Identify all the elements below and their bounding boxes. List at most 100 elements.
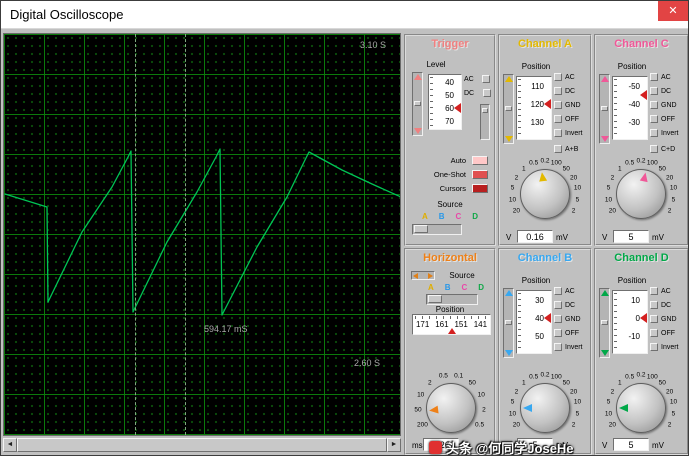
source-adjust-arrows[interactable] xyxy=(411,271,435,280)
position-slider[interactable] xyxy=(599,74,610,144)
horizontal-scrollbar[interactable]: ◄ ► xyxy=(3,438,401,452)
position-value: 110 xyxy=(531,82,544,91)
dial-scale-label: 5 xyxy=(575,410,580,418)
ac-button[interactable] xyxy=(554,287,562,295)
channel-a-letter: A xyxy=(422,212,428,221)
gnd-button[interactable] xyxy=(554,315,562,323)
slider-thumb[interactable] xyxy=(601,319,608,325)
slider-down-arrow[interactable] xyxy=(600,136,609,142)
slider-thumb[interactable] xyxy=(414,225,428,233)
slider-up-arrow[interactable] xyxy=(504,290,513,296)
button-label: Invert xyxy=(661,344,679,351)
left-arrow-icon[interactable] xyxy=(413,273,418,279)
scroll-left-button[interactable]: ◄ xyxy=(3,438,17,452)
one-shot-button[interactable] xyxy=(472,170,488,179)
trigger-edge-slider[interactable] xyxy=(480,104,490,140)
off-button[interactable] xyxy=(554,329,562,337)
watermark-text: 头条 @何同学JoseHe xyxy=(446,441,574,456)
position-slider[interactable] xyxy=(599,288,610,358)
dial-scale-label: 10 xyxy=(669,398,678,406)
position-value: 40 xyxy=(535,314,544,323)
dc-button[interactable] xyxy=(554,301,562,309)
slider-down-arrow[interactable] xyxy=(504,136,513,142)
dial-scale-label: 2 xyxy=(667,421,672,428)
slider-up-arrow[interactable] xyxy=(504,76,513,82)
knob-pointer-wrap xyxy=(520,383,570,433)
invert-button[interactable] xyxy=(554,343,562,351)
slider-thumb[interactable] xyxy=(428,295,442,303)
invert-button[interactable] xyxy=(650,343,658,351)
cursors-button[interactable] xyxy=(472,184,488,193)
mode-row: Cursors xyxy=(408,184,492,194)
button-label: DC xyxy=(661,302,672,309)
dc-button[interactable] xyxy=(554,87,562,95)
gain-knob[interactable]: 20 10 5 2 1 0.5 0.2 100 50 20 10 5 2 xyxy=(502,158,588,230)
slider-up-arrow[interactable] xyxy=(413,74,422,80)
right-arrow-icon[interactable] xyxy=(428,273,433,279)
gain-value-display: 5 xyxy=(613,438,649,451)
position-marker[interactable] xyxy=(640,313,647,323)
position-slider[interactable] xyxy=(503,74,514,144)
scroll-right-button[interactable]: ► xyxy=(387,438,401,452)
position-scale: -50 -40 -30 xyxy=(612,76,648,140)
ac-button[interactable] xyxy=(650,287,658,295)
dial-scale-label: 10 xyxy=(604,196,613,204)
dial-scale-label: 100 xyxy=(550,159,562,167)
dc-button[interactable] xyxy=(482,89,491,97)
horizontal-source-slider[interactable] xyxy=(426,294,478,305)
position-marker[interactable] xyxy=(544,99,551,109)
time-cursor-line[interactable] xyxy=(185,34,186,435)
position-value: 151 xyxy=(454,320,468,329)
c-plus-d-button[interactable] xyxy=(650,145,658,153)
timebase-knob[interactable]: 200 50 10 2 0.5 0.1 50 10 2 0.5 xyxy=(408,372,494,444)
dc-button[interactable] xyxy=(650,87,658,95)
slider-thumb[interactable] xyxy=(414,100,421,106)
gnd-button[interactable] xyxy=(650,101,658,109)
position-marker[interactable] xyxy=(448,328,457,334)
button-label: AC xyxy=(565,288,575,295)
ac-button[interactable] xyxy=(482,75,491,83)
gain-knob[interactable]: 20 10 5 2 1 0.5 0.2 100 50 20 10 5 2 xyxy=(598,372,684,444)
slider-down-arrow[interactable] xyxy=(413,128,422,134)
close-button[interactable]: ✕ xyxy=(658,1,688,21)
button-label: Invert xyxy=(661,130,679,137)
trigger-source-slider[interactable] xyxy=(412,224,462,235)
slider-up-arrow[interactable] xyxy=(600,290,609,296)
ac-button[interactable] xyxy=(554,73,562,81)
slider-thumb[interactable] xyxy=(505,319,512,325)
invert-button[interactable] xyxy=(554,129,562,137)
position-slider[interactable] xyxy=(503,288,514,358)
dc-button[interactable] xyxy=(650,301,658,309)
slider-up-arrow[interactable] xyxy=(600,76,609,82)
time-cursor-line[interactable] xyxy=(135,34,136,435)
source-channel-letters: A B C D xyxy=(422,212,478,221)
gnd-button[interactable] xyxy=(554,101,562,109)
invert-button[interactable] xyxy=(650,129,658,137)
slider-thumb[interactable] xyxy=(482,108,488,113)
position-marker[interactable] xyxy=(640,90,647,100)
position-value: 171 xyxy=(415,320,430,329)
gain-knob[interactable]: 20 10 5 2 1 0.5 0.2 100 50 20 10 5 2 xyxy=(598,158,684,230)
slider-thumb[interactable] xyxy=(505,105,512,111)
off-button[interactable] xyxy=(650,115,658,123)
trigger-level-slider[interactable] xyxy=(412,72,423,136)
slider-down-arrow[interactable] xyxy=(600,350,609,356)
dial-scale-label: 2 xyxy=(610,388,615,395)
ac-button[interactable] xyxy=(650,73,658,81)
button-label: Invert xyxy=(565,344,583,351)
level-marker[interactable] xyxy=(454,103,461,113)
off-button[interactable] xyxy=(650,329,658,337)
dial-scale-label: 20 xyxy=(569,174,578,181)
slider-down-arrow[interactable] xyxy=(504,350,513,356)
auto-button[interactable] xyxy=(472,156,488,165)
scrollbar-thumb[interactable] xyxy=(17,438,387,452)
dial-scale-label: 100 xyxy=(646,159,658,167)
dial-scale-label: 50 xyxy=(562,379,570,387)
gnd-button[interactable] xyxy=(650,315,658,323)
off-button[interactable] xyxy=(554,115,562,123)
slider-thumb[interactable] xyxy=(601,105,608,111)
gain-knob[interactable]: 20 10 5 2 1 0.5 0.2 100 50 20 10 5 2 xyxy=(502,372,588,444)
a-plus-b-button[interactable] xyxy=(554,145,562,153)
level-value: 50 xyxy=(445,91,454,100)
position-marker[interactable] xyxy=(544,313,551,323)
